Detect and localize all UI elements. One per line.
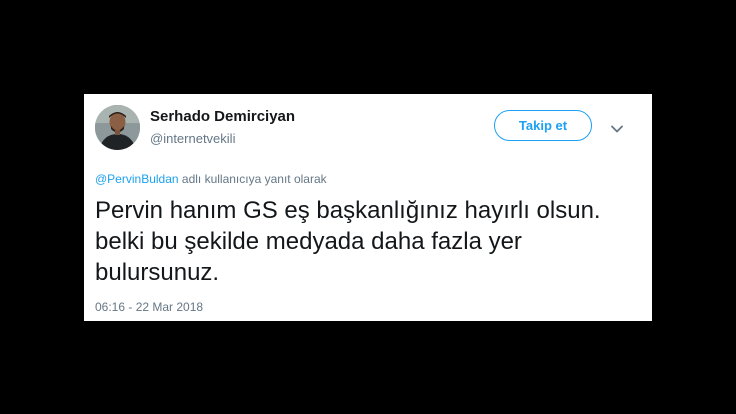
tweet-text-line: belki bu şekilde medyada daha fazla yer	[95, 228, 522, 255]
reply-context: @PervinBuldan adlı kullanıcıya yanıt ola…	[95, 172, 327, 186]
reply-mention-link[interactable]: @PervinBuldan	[95, 172, 179, 186]
chevron-down-icon	[611, 125, 623, 133]
tweet-card: Serhado Demirciyan @internetvekili Takip…	[84, 94, 652, 321]
tweet-text: Pervin hanım GS eş başkanlığınız hayırlı…	[95, 195, 640, 288]
avatar-image	[95, 105, 140, 150]
tweet-text-line: Pervin hanım GS eş başkanlığınız hayırlı…	[95, 197, 601, 224]
follow-button[interactable]: Takip et	[494, 110, 592, 141]
tweet-text-line: bulursunuz.	[95, 259, 220, 286]
tweet-timestamp[interactable]: 06:16 - 22 Mar 2018	[95, 300, 203, 314]
reply-context-text: adlı kullanıcıya yanıt olarak	[178, 172, 327, 186]
author-handle[interactable]: @internetvekili	[150, 131, 235, 146]
avatar[interactable]	[95, 105, 140, 150]
author-name[interactable]: Serhado Demirciyan	[150, 108, 295, 125]
tweet-menu-button[interactable]	[610, 121, 624, 133]
